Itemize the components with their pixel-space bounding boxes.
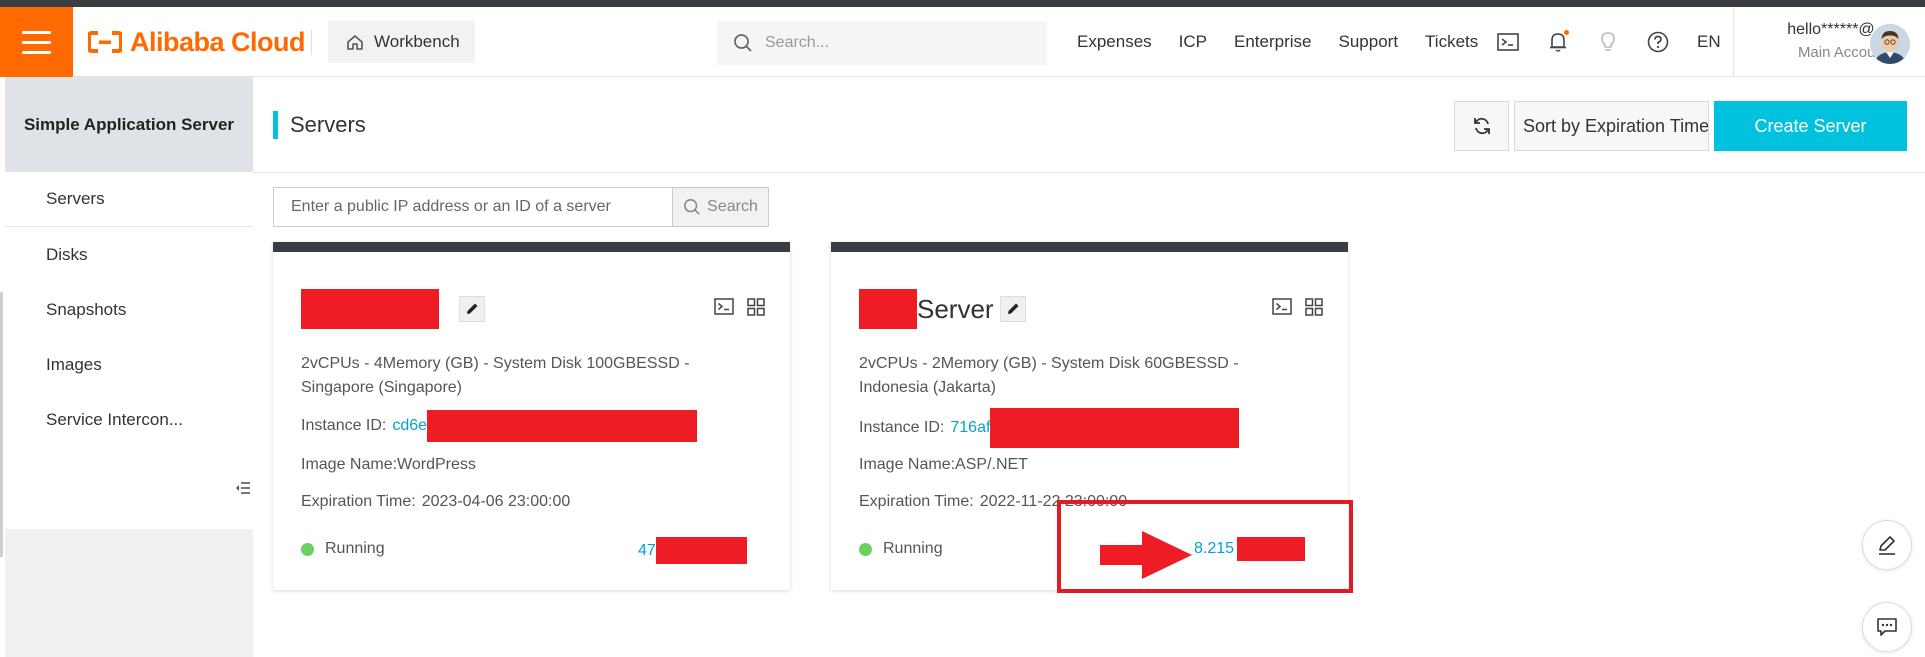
edit-name-icon[interactable] (459, 296, 485, 322)
instance-id-label: Instance ID: (859, 419, 945, 436)
account-role: Main Account (1797, 44, 1888, 61)
server-search-input[interactable] (273, 187, 673, 227)
instance-id-link[interactable]: cd6e (392, 417, 427, 435)
nav-tickets[interactable]: Tickets (1425, 32, 1478, 52)
sidebar-title: Simple Application Server (5, 77, 253, 172)
server-status: Running (301, 540, 385, 558)
server-filter: Search (273, 187, 769, 227)
instance-id-label: Instance ID: (301, 417, 387, 434)
expiration-label: Expiration Time: (859, 493, 974, 510)
top-nav-links: Expenses ICP Enterprise Support Tickets (1077, 7, 1478, 77)
status-dot (301, 542, 314, 556)
instance-id-link[interactable]: 716af (950, 419, 990, 437)
sidebar-item-disks[interactable]: Disks (5, 227, 253, 282)
sidebar-item-service-interconnection[interactable]: Service Intercon... (5, 392, 253, 447)
sidebar-item-servers[interactable]: Servers (5, 172, 253, 227)
nav-support[interactable]: Support (1339, 32, 1399, 52)
top-navigation-bar: Alibaba Cloud Workbench Expenses ICP Ent… (0, 7, 1925, 77)
hamburger-menu-icon[interactable] (0, 7, 73, 77)
search-icon (684, 199, 700, 215)
public-ip-value: 47 (638, 541, 656, 559)
nav-icp[interactable]: ICP (1179, 32, 1207, 52)
nav-expenses[interactable]: Expenses (1077, 32, 1152, 52)
page-header: Servers Sort by Expiration Time Create S… (253, 77, 1925, 173)
sidebar: Simple Application Server Servers Disks … (5, 77, 253, 657)
redacted-server-name (301, 289, 439, 329)
account-divider (1733, 7, 1734, 77)
image-name-value: WordPress (397, 456, 476, 473)
server-name-row: Server (859, 289, 1026, 329)
avatar[interactable] (1870, 24, 1910, 64)
image-name-row: Image Name: WordPress (301, 456, 476, 474)
global-search[interactable] (717, 21, 1047, 65)
refresh-button[interactable] (1454, 101, 1509, 151)
search-icon (734, 34, 752, 52)
workbench-button[interactable]: Workbench (328, 21, 475, 63)
public-ip-link[interactable]: 47 (638, 537, 747, 564)
expiration-value: 2023-04-06 23:00:00 (421, 493, 571, 510)
help-icon[interactable] (1647, 31, 1669, 53)
image-name-row: Image Name: ASP/.NET (859, 456, 1028, 474)
server-name: Server (917, 293, 994, 324)
server-card-actions (714, 297, 766, 317)
redacted-instance-id (990, 408, 1240, 448)
server-search-label: Search (707, 198, 758, 215)
language-switch[interactable]: EN (1697, 7, 1721, 77)
image-name-value: ASP/.NET (955, 456, 1028, 473)
sidebar-collapse-icon[interactable] (233, 452, 253, 524)
terminal-icon[interactable] (714, 297, 734, 317)
refresh-icon (1473, 117, 1490, 135)
edit-name-icon[interactable] (999, 296, 1026, 322)
terminal-icon[interactable] (1497, 31, 1519, 53)
top-nav-icons (1497, 7, 1669, 77)
redacted-ip (655, 537, 747, 564)
server-spec: 2vCPUs - 4Memory (GB) - System Disk 100G… (301, 355, 690, 396)
sidebar-footer (5, 529, 253, 657)
create-server-button[interactable]: Create Server (1714, 101, 1907, 151)
image-name-label: Image Name: (301, 456, 398, 473)
status-dot (859, 542, 872, 556)
expiration-row: Expiration Time: 2023-04-06 23:00:00 (301, 493, 570, 511)
image-name-label: Image Name: (859, 456, 956, 473)
global-search-input[interactable] (765, 34, 1025, 52)
redacted-server-name (859, 289, 917, 329)
sidebar-item-snapshots[interactable]: Snapshots (5, 282, 253, 337)
server-search-button[interactable]: Search (673, 187, 769, 227)
sidebar-item-images[interactable]: Images (5, 337, 253, 392)
server-status: Running (859, 540, 943, 558)
sidebar-nav: Servers Disks Snapshots Images Service I… (5, 172, 253, 529)
alibaba-cloud-logo[interactable]: Alibaba Cloud (88, 21, 306, 63)
account-menu[interactable]: hello******@... Main Account (1748, 21, 1888, 61)
page-title: Servers (273, 111, 366, 139)
grid-icon[interactable] (1304, 297, 1324, 317)
chat-icon[interactable] (1862, 602, 1912, 652)
redacted-instance-id (427, 410, 698, 442)
workbench-label: Workbench (374, 32, 460, 51)
sort-by-expiration-button[interactable]: Sort by Expiration Time (1514, 101, 1709, 151)
server-spec: 2vCPUs - 2Memory (GB) - System Disk 60GB… (859, 355, 1239, 396)
logo-divider (311, 29, 312, 55)
alibaba-logo-icon (88, 31, 122, 53)
grid-icon[interactable] (746, 297, 766, 317)
expiration-label: Expiration Time: (301, 493, 416, 510)
server-card: 2vCPUs - 4Memory (GB) - System Disk 100G… (273, 242, 790, 590)
bell-icon[interactable] (1547, 30, 1569, 53)
server-card-actions (1272, 297, 1324, 317)
top-strip (0, 0, 1925, 7)
instance-id-row: Instance ID: cd6e (301, 410, 698, 442)
lightbulb-icon[interactable] (1597, 31, 1619, 53)
edit-feedback-icon[interactable] (1862, 520, 1912, 570)
nav-enterprise[interactable]: Enterprise (1234, 32, 1311, 52)
notification-dot (1564, 30, 1569, 35)
server-name-row (301, 289, 485, 329)
status-label: Running (325, 540, 385, 557)
status-label: Running (883, 540, 943, 557)
account-user: hello******@... (1787, 21, 1888, 38)
arrow-annotation (1100, 531, 1192, 579)
home-icon (347, 35, 363, 50)
logo-text: Alibaba Cloud (130, 26, 306, 57)
terminal-icon[interactable] (1272, 297, 1292, 317)
instance-id-row: Instance ID: 716af (859, 408, 1240, 448)
